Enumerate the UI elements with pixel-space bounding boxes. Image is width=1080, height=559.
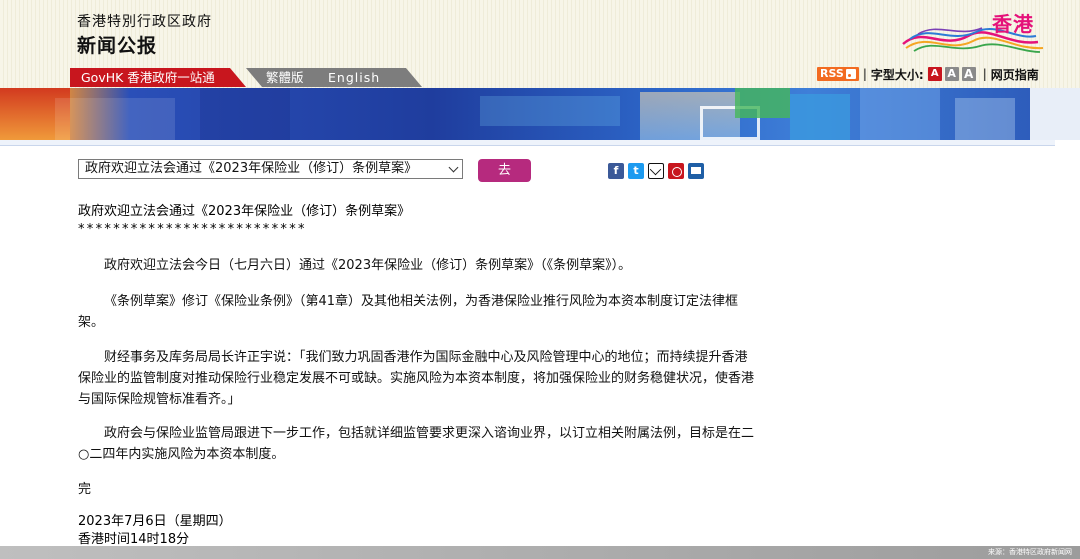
divider: | — [862, 67, 867, 81]
header-tools: RSS | 字型大小: A A A | 网页指南 — [817, 66, 1039, 82]
selected-news: 政府欢迎立法会通过《2023年保险业（修订）条例草案》 — [85, 161, 418, 176]
decorative-banner — [0, 88, 1080, 140]
article-paragraph: 政府欢迎立法会今日（七月六日）通过《2023年保险业（修订）条例草案》（《条例草… — [104, 258, 632, 273]
footer-bar: 来源：香港特区政府新闻网 — [0, 546, 1080, 559]
traditional-chinese-link[interactable]: 繁體版 — [266, 68, 304, 87]
news-select-dropdown[interactable]: 政府欢迎立法会通过《2023年保险业（修订）条例草案》 — [78, 159, 463, 179]
brand-hong-kong-logo[interactable]: 香港 — [898, 6, 1048, 56]
font-size-large-button[interactable]: A — [961, 67, 976, 81]
rss-button[interactable]: RSS — [817, 67, 859, 81]
email-icon[interactable] — [648, 163, 664, 179]
article-paragraph: 财经事务及库务局局长许正宇说：「我们致力巩固香港作为国际金融中心及风险管理中心的… — [78, 350, 755, 407]
article-end-mark: 完 — [78, 482, 92, 497]
twitter-icon[interactable]: t — [628, 163, 644, 179]
print-icon[interactable] — [688, 163, 704, 179]
language-switch: 繁體版 English — [246, 68, 422, 87]
go-button[interactable]: 去 — [478, 159, 531, 182]
government-name: 香港特別行政区政府 — [77, 14, 212, 30]
chevron-down-icon — [448, 162, 459, 173]
article-paragraph: 《条例草案》修订《保险业条例》（第41章）及其他相关法例，为香港保险业推行风险为… — [78, 294, 739, 330]
facebook-icon[interactable]: f — [608, 163, 624, 179]
english-link[interactable]: English — [328, 68, 380, 87]
article-paragraph: 政府会与保险业监管局跟进下一步工作，包括就详细监管要求更深入谘询业界，以订立相关… — [78, 426, 755, 462]
share-toolbar: f t — [608, 163, 704, 179]
title-underline-stars: ************************** — [78, 222, 307, 237]
article-title: 政府欢迎立法会通过《2023年保险业（修订）条例草案》 — [78, 204, 411, 219]
font-size-small-button[interactable]: A — [927, 67, 942, 81]
font-size-medium-button[interactable]: A — [944, 67, 959, 81]
font-size-label: 字型大小: — [870, 67, 924, 82]
page-header: 香港特別行政区政府 新闻公报 香港 GovHK 香港政府一站通 繁體版 Engl… — [0, 0, 1080, 88]
bookmark-icon[interactable] — [668, 163, 684, 179]
govhk-link[interactable]: GovHK 香港政府一站通 — [70, 68, 246, 87]
rss-label: RSS — [820, 67, 844, 80]
web-guide-link[interactable]: 网页指南 — [991, 66, 1039, 83]
rss-icon — [845, 69, 856, 79]
page-title: 新闻公报 — [77, 35, 158, 57]
divider: | — [982, 67, 987, 81]
footer-source: 来源：香港特区政府新闻网 — [988, 548, 1072, 556]
article-date: 2023年7月6日（星期四） — [78, 514, 232, 529]
logo-text: 香港 — [992, 12, 1034, 36]
banner-divider — [0, 140, 1055, 146]
